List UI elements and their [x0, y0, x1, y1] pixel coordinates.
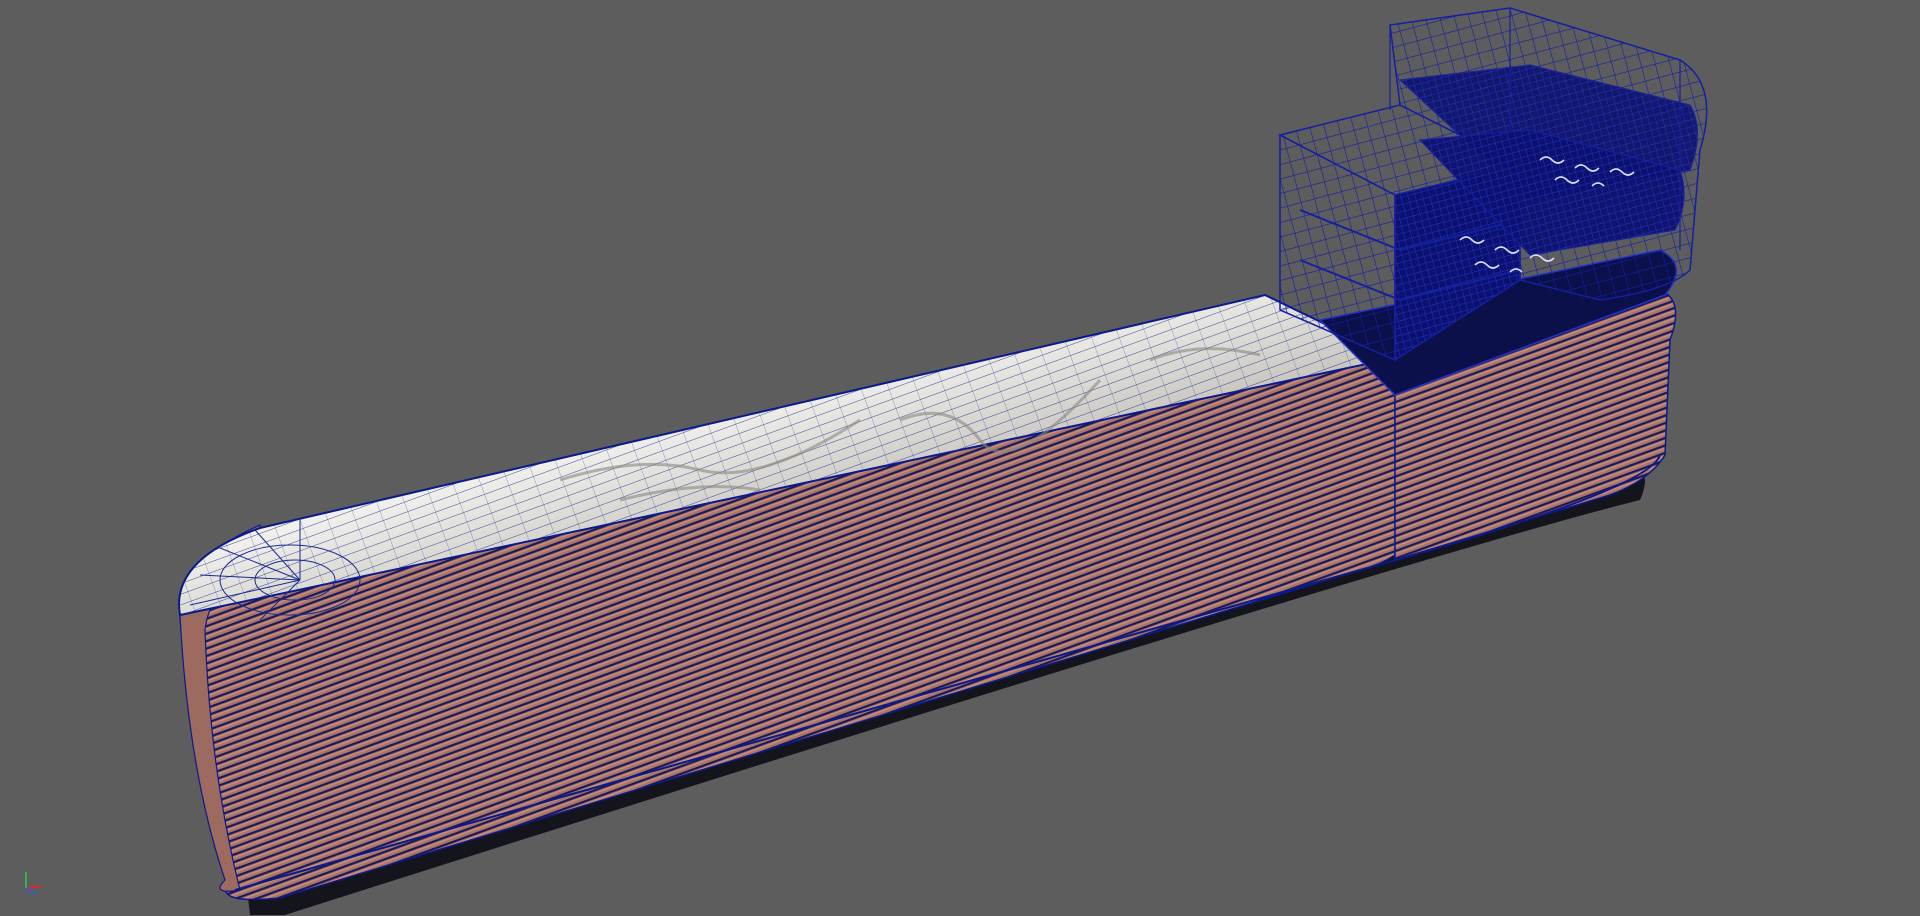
xyz-axis-icon[interactable]	[12, 862, 52, 902]
x-axis	[25, 885, 43, 889]
3d-viewport[interactable]	[0, 0, 1920, 916]
z-axis	[25, 887, 37, 895]
viewport-canvas[interactable]	[0, 0, 1920, 916]
